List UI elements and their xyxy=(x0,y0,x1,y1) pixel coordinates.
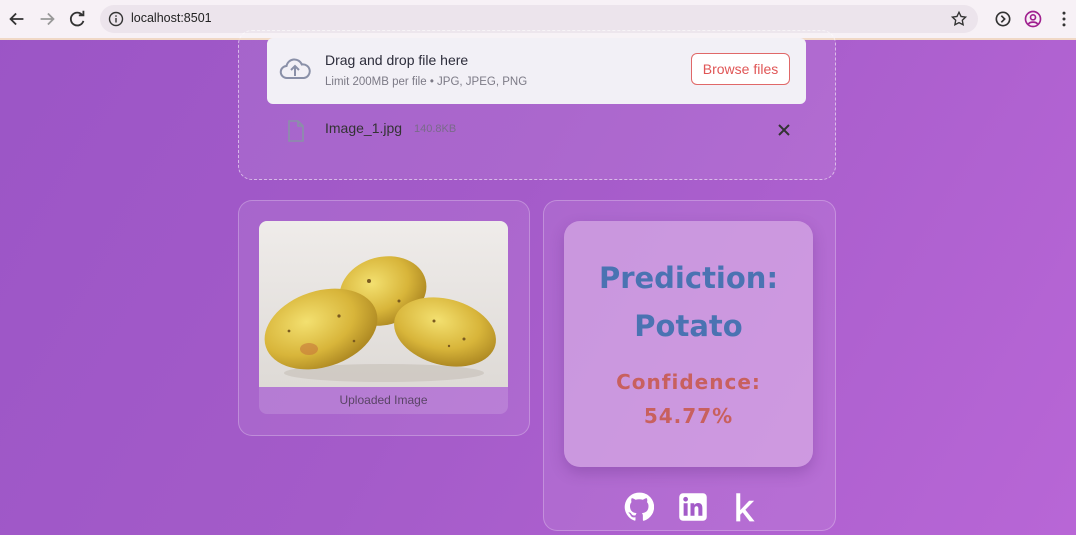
reload-icon[interactable] xyxy=(66,8,88,30)
dropzone-title: Drag and drop file here xyxy=(325,52,469,68)
back-icon[interactable] xyxy=(6,8,28,30)
forward-icon[interactable] xyxy=(36,8,58,30)
site-info-icon[interactable] xyxy=(108,11,124,27)
potato-image xyxy=(259,221,508,387)
uploaded-file-name: Image_1.jpg xyxy=(325,120,403,136)
kaggle-icon[interactable] xyxy=(730,492,760,522)
uploaded-image-frame: Uploaded Image xyxy=(259,221,508,414)
url-text[interactable]: localhost:8501 xyxy=(131,11,212,25)
close-icon[interactable] xyxy=(776,122,792,138)
prediction-box: Prediction: Potato Confidence: 54.77% xyxy=(564,221,813,467)
github-icon[interactable] xyxy=(624,492,654,522)
profile-icon[interactable] xyxy=(1023,9,1043,29)
drop-zone[interactable]: Drag and drop file here Limit 200MB per … xyxy=(267,38,806,104)
extension-icon[interactable] xyxy=(993,9,1013,29)
bookmark-star-icon[interactable] xyxy=(950,10,968,28)
linkedin-icon[interactable] xyxy=(678,492,708,522)
prediction-value: Potato xyxy=(634,309,743,343)
file-icon xyxy=(288,120,304,142)
cloud-upload-icon xyxy=(279,58,311,79)
menu-kebab-icon[interactable] xyxy=(1054,9,1074,29)
prediction-label: Prediction: xyxy=(598,261,779,295)
confidence-label: Confidence: xyxy=(616,370,761,394)
image-caption: Uploaded Image xyxy=(339,393,428,407)
browse-files-button[interactable]: Browse files xyxy=(691,53,790,85)
address-bar[interactable]: localhost:8501 xyxy=(100,5,978,33)
uploaded-file-size: 140.8KB xyxy=(414,123,457,135)
confidence-value: 54.77% xyxy=(643,404,734,428)
dropzone-limit: Limit 200MB per file • JPG, JPEG, PNG xyxy=(325,76,528,88)
